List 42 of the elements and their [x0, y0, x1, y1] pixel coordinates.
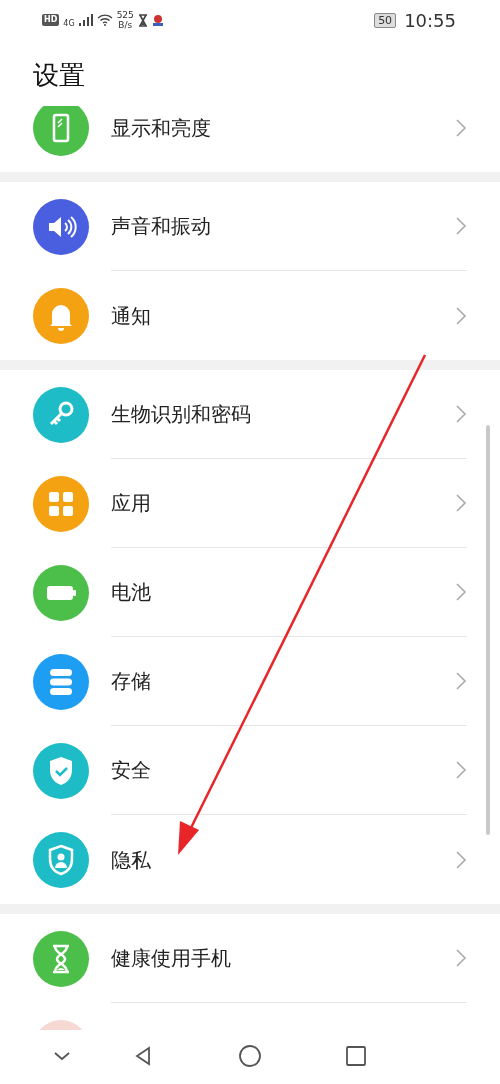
chevron-right-icon [455, 849, 467, 870]
chevron-right-icon [455, 404, 467, 424]
page-title: 设置 [32, 59, 86, 92]
home-icon[interactable] [239, 1045, 261, 1067]
speed-unit: B/s [117, 20, 134, 30]
chevron-right-icon [455, 216, 467, 236]
speaker-icon [33, 198, 89, 255]
recents-icon[interactable] [345, 1045, 367, 1067]
settings-item[interactable]: 存储 [0, 637, 500, 726]
wifi-icon [96, 14, 113, 26]
chevron-right-icon [455, 948, 467, 968]
settings-item[interactable]: 安全 [0, 726, 500, 815]
settings-item[interactable]: 通知 [0, 271, 500, 360]
apps-grid-icon [33, 475, 89, 532]
storage-icon [33, 653, 89, 710]
bell-icon [33, 287, 89, 344]
settings-item[interactable]: 健康使用手机 [0, 914, 500, 1003]
battery-indicator: 50 [374, 12, 397, 28]
hourglass-icon [137, 13, 148, 27]
settings-item[interactable]: 应用 [0, 459, 500, 548]
settings-item[interactable]: 隐私 [0, 815, 500, 904]
key-icon [33, 386, 89, 443]
network-label: 4G [63, 18, 75, 30]
settings-item[interactable]: 电池 [0, 548, 500, 637]
privacy-shield-icon [33, 831, 89, 888]
chevron-right-icon [455, 117, 467, 138]
hourglass-icon [33, 930, 89, 987]
speed-value: 525 [116, 10, 134, 20]
chevron-right-icon [455, 671, 467, 691]
chevron-right-icon [455, 760, 467, 780]
chevron-right-icon [455, 582, 467, 602]
app-icon [151, 13, 164, 27]
battery-icon [33, 564, 89, 621]
settings-item[interactable]: 显示和亮度 [0, 106, 500, 172]
clock-time: 10:55 [404, 8, 456, 33]
settings-item[interactable]: 生物识别和密码 [0, 370, 500, 459]
shield-check-icon [33, 742, 89, 799]
settings-item[interactable]: 声音和振动 [0, 182, 500, 271]
chevron-right-icon [455, 493, 467, 513]
chevron-right-icon [455, 305, 467, 326]
hd-label: HD [42, 14, 60, 26]
signal-icon [78, 14, 93, 26]
